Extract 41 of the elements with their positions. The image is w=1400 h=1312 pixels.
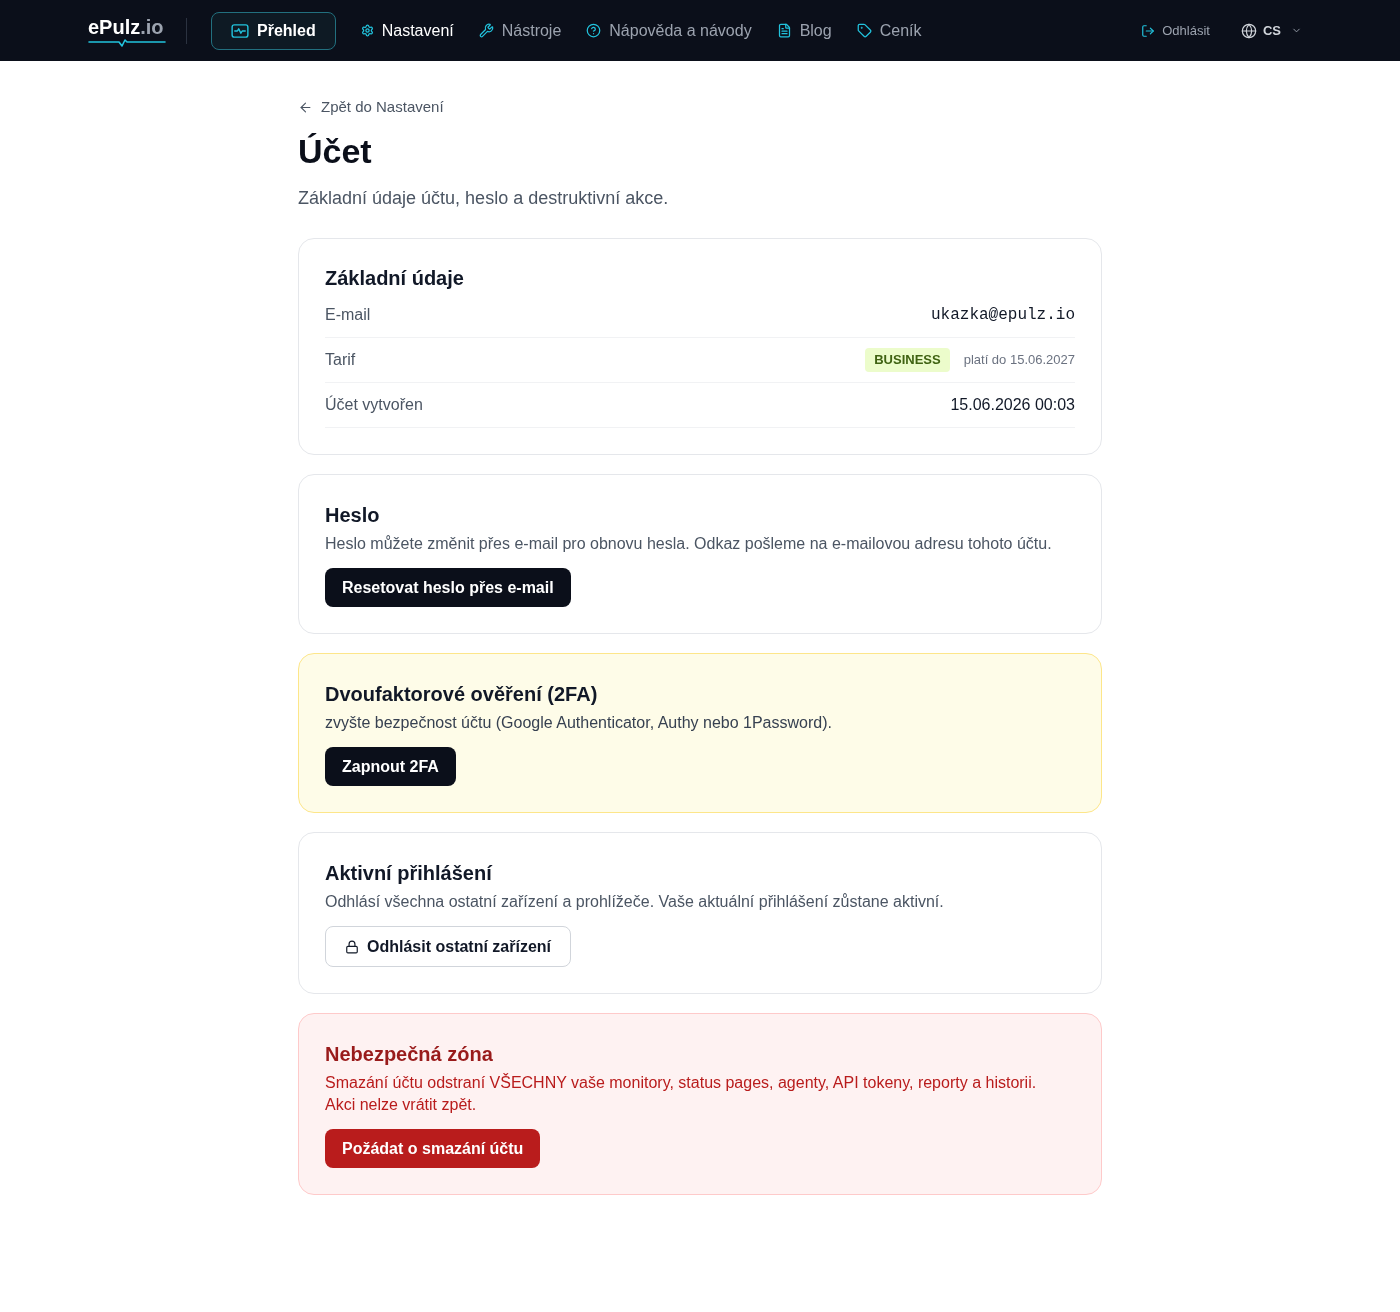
- globe-icon: [1240, 22, 1257, 39]
- logo[interactable]: ePulz.io: [88, 14, 166, 47]
- plan-expiry-text: platí do 15.06.2027: [963, 351, 1075, 370]
- page-title: Účet: [298, 131, 373, 171]
- email-value: ukazka@epulz.io: [930, 305, 1075, 326]
- lock-icon: [345, 939, 359, 954]
- card-title: Dvoufaktorové ověření (2FA): [325, 682, 599, 707]
- card-action-button[interactable]: Resetovat heslo přes e-mail: [325, 568, 571, 607]
- created-date-value: 15.06.2026 00:03: [950, 395, 1075, 415]
- card-action-button[interactable]: Odhlásit ostatní zařízení: [325, 926, 572, 967]
- page-subtitle: Základní údaje účtu, heslo a destruktivní akce.: [298, 187, 670, 210]
- language-selector[interactable]: CS: [1240, 20, 1302, 41]
- card-title: Základní údaje: [325, 266, 465, 291]
- plan-badge: BUSINESS: [865, 348, 950, 372]
- nav-link[interactable]: Ceník: [856, 18, 922, 43]
- gear-icon: [360, 24, 374, 37]
- card-description: zvyšte bezpečnost účtu (Google Authenticator, Authy nebo 1Password).: [325, 713, 833, 733]
- logout-link[interactable]: Odhlásit: [1141, 20, 1210, 41]
- nav-link[interactable]: Nástroje: [478, 18, 562, 43]
- card-description: Smazání účtu odstraní VŠECHNY vaše monitory, status pages, agenty, API tokeny, reporty a historii. Akci nelze vrátit zpět.: [325, 1072, 1038, 1115]
- pulse-monitor-icon: [231, 23, 249, 38]
- nav-link[interactable]: Nápověda a návody: [586, 18, 752, 43]
- nav-link[interactable]: Přehled: [211, 11, 336, 50]
- row-label: E-mail: [325, 305, 371, 325]
- nav-link[interactable]: Nastavení: [360, 18, 454, 43]
- card-title: Heslo: [325, 503, 381, 528]
- tag-icon: [856, 23, 872, 38]
- card-title: Nebezpečná zóna: [325, 1042, 494, 1067]
- wrench-icon: [478, 23, 494, 38]
- card-title: Aktivní přihlášení: [325, 861, 494, 886]
- document-icon: [776, 23, 792, 38]
- logout-icon: [1141, 23, 1156, 38]
- card-description: Odhlásí všechna ostatní zařízení a prohlížeče. Vaše aktuální přihlášení zůstane aktivní.: [325, 892, 945, 912]
- card-action-button[interactable]: Zapnout 2FA: [325, 747, 456, 786]
- card-description: Heslo můžete změnit přes e-mail pro obnovu hesla. Odkaz pošleme na e-mailovou adresu tohoto účtu.: [325, 534, 1053, 554]
- row-label: Tarif: [325, 350, 356, 370]
- nav-link[interactable]: Blog: [776, 18, 832, 43]
- card-action-button[interactable]: Požádat o smazání účtu: [325, 1129, 541, 1168]
- row-label: Účet vytvořen: [325, 394, 423, 415]
- back-link[interactable]: Zpět do Nastavení: [298, 97, 1102, 117]
- help-icon: [586, 23, 602, 38]
